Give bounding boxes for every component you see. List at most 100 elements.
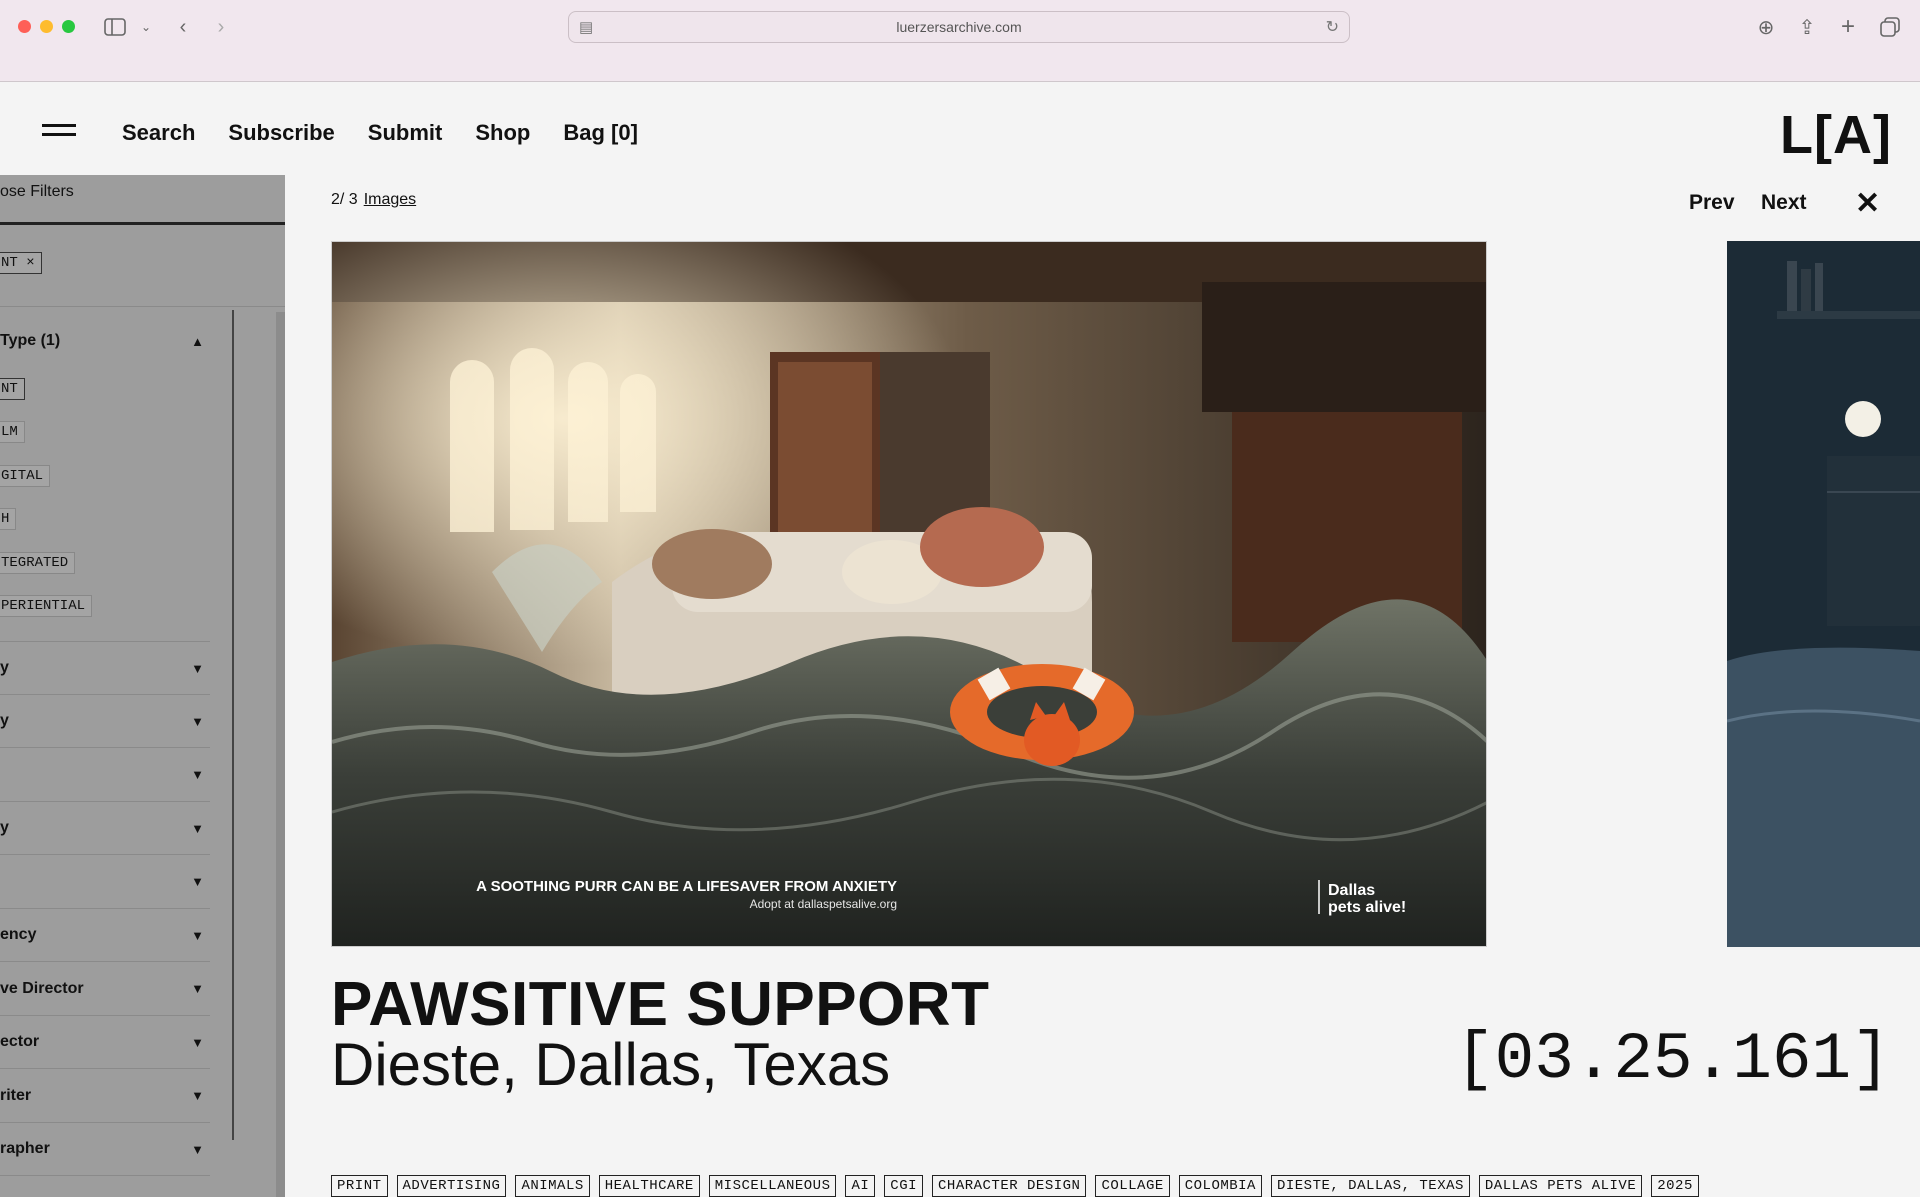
filter-section-label: ency (0, 926, 37, 943)
chevron-down-icon[interactable]: ⌄ (133, 14, 159, 40)
tag[interactable]: CGI (884, 1175, 924, 1197)
scroll-divider (232, 310, 234, 1140)
download-icon[interactable]: ⊕ (1753, 14, 1779, 40)
type-option[interactable]: LM (0, 421, 25, 443)
nav-submit-link[interactable]: Submit (368, 120, 443, 146)
tag[interactable]: COLOMBIA (1178, 1175, 1262, 1197)
tag[interactable]: COLLAGE (1095, 1175, 1170, 1197)
main-nav: Search Subscribe Submit Shop Bag [0] (122, 120, 638, 146)
caret-down-icon: ▼ (191, 1034, 204, 1050)
type-option[interactable]: PERIENTIAL (0, 595, 93, 617)
filter-section-label: y (0, 819, 9, 836)
filter-section-row[interactable]: ▼ (0, 855, 210, 909)
filter-section-label: rapher (0, 1140, 50, 1157)
nav-search-link[interactable]: Search (122, 120, 195, 146)
menu-icon[interactable] (42, 124, 76, 140)
filter-section-label: y (0, 659, 9, 676)
caret-down-icon: ▼ (191, 981, 204, 996)
tag-list: PRINT ADVERTISING ANIMALS HEALTHCARE MIS… (331, 1175, 1699, 1197)
caret-down-icon: ▼ (191, 713, 204, 729)
tag[interactable]: DIESTE, DALLAS, TEXAS (1270, 1175, 1470, 1197)
nav-shop-link[interactable]: Shop (475, 120, 530, 146)
filter-section-label: riter (0, 1086, 32, 1104)
next-button[interactable]: Next (1761, 191, 1807, 215)
filter-section-row[interactable]: y ▼ (0, 642, 210, 695)
type-filter-title: Type (1) (0, 332, 61, 349)
sidebar-toggle-icon[interactable] (102, 14, 128, 40)
reload-icon[interactable]: ↻ (1326, 17, 1339, 37)
browser-toolbar: ⌄ ‹ › ▤ luerzersarchive.com ↻ ⊕ ⇪ + (0, 0, 1920, 82)
forward-arrow-icon[interactable]: › (208, 14, 234, 40)
tag[interactable]: ANIMALS (515, 1175, 590, 1197)
zoom-window-button[interactable] (62, 20, 75, 33)
caret-down-icon: ▼ (191, 1141, 204, 1157)
page-menu-icon[interactable]: ▤ (579, 18, 593, 36)
background-content-strip (276, 312, 285, 1197)
divider (0, 306, 285, 307)
address-bar[interactable]: ▤ luerzersarchive.com ↻ (568, 11, 1350, 43)
filter-section-label: ector (0, 1033, 40, 1050)
active-filter-chip[interactable]: NT × (0, 252, 42, 274)
ad-image[interactable]: A SOOTHING PURR CAN BE A LIFESAVER FROM … (331, 241, 1487, 947)
image-counter: 2/ 3 (331, 191, 358, 208)
ad-credits: Dieste, Dallas, Texas (331, 1031, 891, 1098)
ad-brand-line2: pets alive! (1328, 899, 1406, 916)
filter-section-row[interactable]: y ▼ (0, 695, 210, 748)
filter-section-label: y (0, 712, 9, 729)
filter-section-row[interactable]: ector ▼ (0, 1016, 210, 1069)
filter-section-row[interactable]: rapher ▼ (0, 1123, 210, 1176)
filter-section-row[interactable]: ve Director ▼ (0, 962, 210, 1016)
close-filters-link[interactable]: ose Filters (0, 183, 74, 201)
site-page: Search Subscribe Submit Shop Bag [0] L[A… (0, 82, 1920, 1197)
tag[interactable]: CHARACTER DESIGN (932, 1175, 1087, 1197)
next-image-preview[interactable] (1727, 241, 1920, 947)
close-window-button[interactable] (18, 20, 31, 33)
filter-section-label: ve Director (0, 979, 84, 997)
share-icon[interactable]: ⇪ (1794, 14, 1820, 40)
ad-headline: A SOOTHING PURR CAN BE A LIFESAVER FROM … (476, 878, 897, 895)
close-icon[interactable]: ✕ (1855, 189, 1880, 219)
back-arrow-icon[interactable]: ‹ (170, 14, 196, 40)
caret-down-icon: ▼ (191, 927, 204, 943)
tag[interactable]: HEALTHCARE (598, 1175, 700, 1197)
type-option[interactable]: H (0, 508, 17, 530)
archive-code: [03.25.161] (1455, 1022, 1891, 1097)
image-viewer: 2/ 3 Images Prev Next ✕ A SOOTHING PURR … (285, 175, 1920, 1197)
images-link[interactable]: Images (364, 191, 416, 208)
night-room-illustration (1727, 241, 1920, 947)
window-controls (18, 20, 75, 33)
url-text: luerzersarchive.com (896, 19, 1022, 35)
tag[interactable]: PRINT (331, 1175, 388, 1197)
nav-subscribe-link[interactable]: Subscribe (228, 120, 334, 146)
filter-section-row[interactable]: ency ▼ (0, 909, 210, 962)
filter-section-row[interactable]: ▼ (0, 748, 210, 802)
type-filter-header[interactable]: Type (1) ▲ (0, 315, 210, 367)
close-filters-row: ose Filters (0, 175, 285, 225)
tag[interactable]: ADVERTISING (396, 1175, 507, 1197)
caret-up-icon: ▲ (191, 333, 204, 349)
type-option[interactable]: GITAL (0, 465, 51, 487)
tag[interactable]: AI (845, 1175, 876, 1197)
tag[interactable]: DALLAS PETS ALIVE (1478, 1175, 1643, 1197)
caret-down-icon: ▼ (191, 767, 204, 782)
filter-panel: ose Filters NT × Type (1) ▲ NT LM GITAL … (0, 175, 285, 1197)
flooded-living-room-illustration: A SOOTHING PURR CAN BE A LIFESAVER FROM … (332, 242, 1486, 946)
site-logo[interactable]: L[A] (1780, 104, 1892, 166)
new-tab-icon[interactable]: + (1835, 13, 1861, 40)
tab-overview-icon[interactable] (1877, 14, 1903, 40)
nav-bag-link[interactable]: Bag [0] (563, 120, 638, 146)
filter-section-row[interactable]: riter ▼ (0, 1069, 210, 1123)
type-option[interactable]: NT (0, 378, 25, 400)
tag[interactable]: 2025 (1651, 1175, 1699, 1197)
site-header: Search Subscribe Submit Shop Bag [0] L[A… (0, 82, 1920, 174)
minimize-window-button[interactable] (40, 20, 53, 33)
prev-button[interactable]: Prev (1689, 191, 1735, 215)
breadcrumb: 2/ 3 Images (331, 191, 416, 209)
tag[interactable]: MISCELLANEOUS (708, 1175, 837, 1197)
caret-down-icon: ▼ (191, 820, 204, 836)
filter-section-row[interactable]: y ▼ (0, 802, 210, 855)
ad-subline: Adopt at dallaspetsalive.org (750, 897, 897, 911)
type-option[interactable]: TEGRATED (0, 552, 76, 574)
ad-brand-line1: Dallas (1328, 882, 1375, 899)
caret-down-icon: ▼ (191, 1088, 204, 1103)
